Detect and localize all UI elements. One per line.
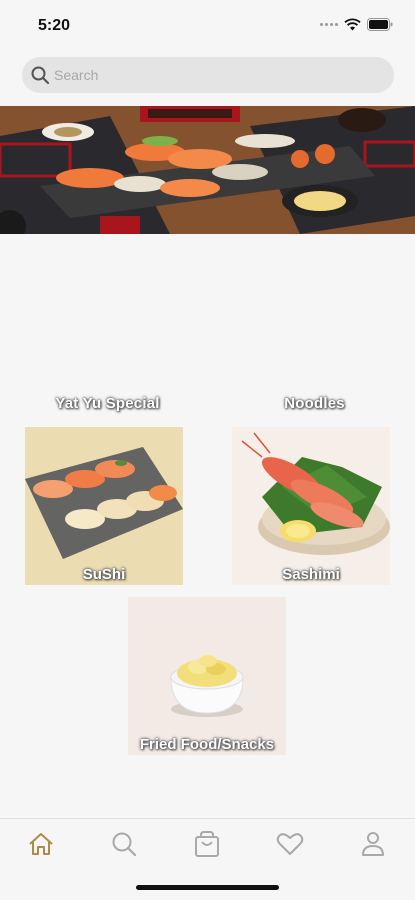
- tab-cart[interactable]: [187, 829, 227, 859]
- category-yat-yu-special[interactable]: Yat Yu Special: [30, 395, 185, 412]
- category-fried-food[interactable]: Fried Food/Snacks: [128, 597, 286, 755]
- search-input[interactable]: [54, 67, 354, 83]
- home-icon: [29, 833, 53, 855]
- signal-icon: [320, 23, 338, 26]
- sushi-image: [25, 427, 183, 585]
- category-sashimi[interactable]: Sashimi: [232, 427, 390, 585]
- sushi-platter-banner: [0, 106, 415, 234]
- status-icons: [320, 18, 393, 31]
- search-bar[interactable]: [22, 57, 394, 93]
- battery-icon: [367, 18, 393, 31]
- status-time: 5:20: [38, 17, 71, 34]
- tab-home[interactable]: [21, 829, 61, 859]
- tab-search[interactable]: [104, 829, 144, 859]
- wifi-icon: [344, 18, 361, 31]
- cart-icon: [195, 831, 219, 857]
- home-indicator: [136, 885, 279, 890]
- sashimi-image: [232, 427, 390, 585]
- search-icon: [112, 832, 137, 857]
- search-icon: [31, 66, 50, 85]
- tab-profile[interactable]: [353, 829, 393, 859]
- banner-image[interactable]: [0, 106, 415, 234]
- category-label-sashimi: Sashimi: [282, 566, 340, 583]
- category-label-fried-food: Fried Food/Snacks: [139, 736, 275, 753]
- category-noodles[interactable]: Noodles: [237, 395, 392, 412]
- category-label-sushi: SuShi: [82, 566, 126, 583]
- status-bar: 5:20: [0, 0, 415, 52]
- fried-food-image: [128, 597, 286, 755]
- tab-favorites[interactable]: [270, 829, 310, 859]
- heart-icon: [276, 833, 304, 855]
- category-sushi[interactable]: SuShi: [25, 427, 183, 585]
- profile-icon: [362, 832, 384, 856]
